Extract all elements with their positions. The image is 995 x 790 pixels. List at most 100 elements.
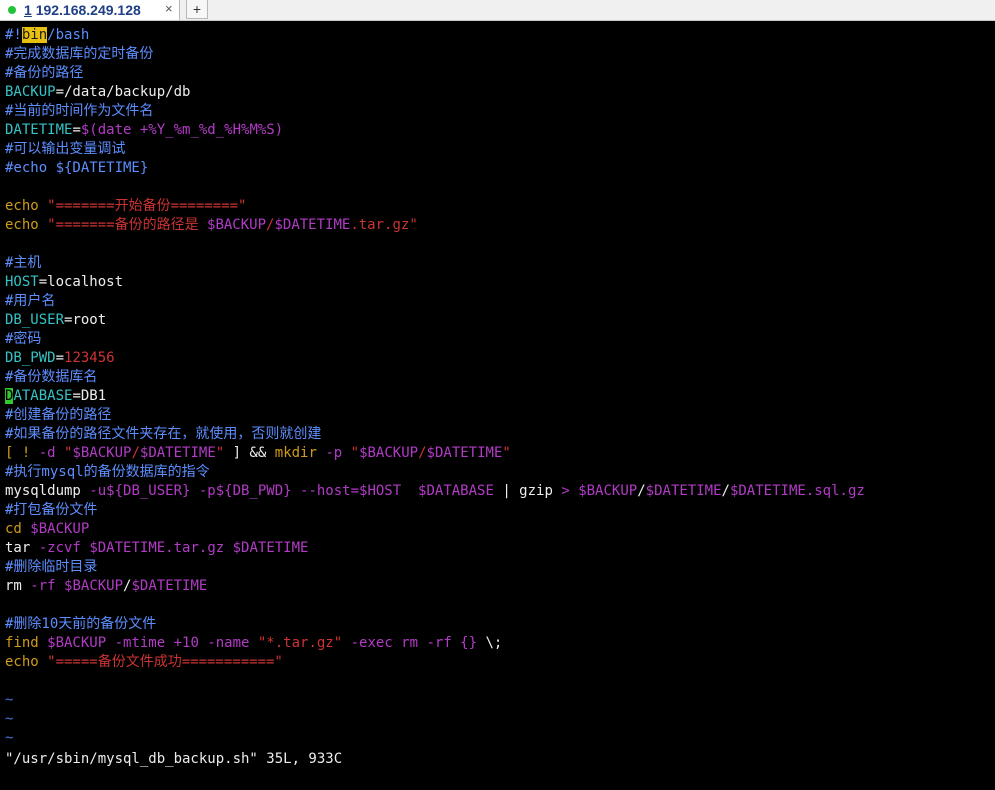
- tab-host: 192.168.249.128: [35, 2, 141, 18]
- command: mysqldump: [5, 483, 90, 499]
- string: ": [215, 445, 225, 461]
- path-separator: /: [721, 483, 730, 499]
- string-variable: $BACKUP: [359, 445, 419, 461]
- tab-bar: 1 192.168.249.128 × +: [0, 0, 995, 21]
- command-substitution: $(date +%Y_%m_%d_%H%M%S): [80, 122, 284, 138]
- assignment: =: [72, 122, 81, 138]
- option: -exec rm -rf {}: [342, 635, 486, 651]
- option: -p: [316, 445, 343, 461]
- shebang-rest: /bash: [47, 27, 90, 43]
- code-line-23: [ ! -d "$BACKUP/$DATETIME" ] && mkdir -p…: [5, 444, 995, 463]
- comment: #删除10天前的备份文件: [5, 616, 157, 632]
- code-line-7: #可以输出变量调试: [5, 140, 995, 159]
- variable-name: HOST: [5, 274, 39, 290]
- string-variable: $DATETIME: [139, 445, 216, 461]
- keyword: echo: [5, 217, 39, 233]
- empty-line-marker: ~: [5, 691, 995, 710]
- operator: ] &&: [224, 445, 275, 461]
- comment: #执行mysql的备份数据库的指令: [5, 464, 210, 480]
- vim-status-line: "/usr/sbin/mysql_db_backup.sh" 35L, 933C: [5, 751, 343, 767]
- empty-line-marker: ~: [5, 729, 995, 748]
- empty-line-marker: ~: [5, 710, 995, 729]
- keyword: echo: [5, 198, 39, 214]
- code-line-2: #完成数据库的定时备份: [5, 45, 995, 64]
- session-tab[interactable]: 1 192.168.249.128 ×: [0, 0, 180, 20]
- comment: #删除临时目录: [5, 559, 98, 575]
- code-line-33: find $BACKUP -mtime +10 -name "*.tar.gz"…: [5, 634, 995, 653]
- new-tab-button[interactable]: +: [186, 0, 208, 19]
- pipe: | gzip: [493, 483, 562, 499]
- filename-suffix: .tar.gz: [165, 540, 233, 556]
- code-line-13: #主机: [5, 254, 995, 273]
- option: -zcvf: [38, 540, 81, 556]
- variable: $DATETIME: [232, 540, 309, 556]
- string: "=====备份文件成功===========": [38, 654, 283, 670]
- comment: #完成数据库的定时备份: [5, 46, 154, 62]
- code-line-25: mysqldump -u${DB_USER} -p${DB_PWD} --hos…: [5, 482, 995, 501]
- search-match: bin: [21, 27, 48, 43]
- close-tab-icon[interactable]: ×: [165, 1, 173, 17]
- terminal-content[interactable]: #!bin/bash #完成数据库的定时备份 #备份的路径 BACKUP=/da…: [0, 26, 995, 790]
- string: ": [55, 445, 73, 461]
- string-variable: $BACKUP: [72, 445, 132, 461]
- string: "*.tar.gz": [257, 635, 343, 651]
- tab-title[interactable]: 1 192.168.249.128: [24, 2, 141, 18]
- variable: $BACKUP: [21, 521, 90, 537]
- connected-status-icon: [8, 6, 16, 14]
- code-line-22: #如果备份的路径文件夹存在，就使用，否则就创建: [5, 425, 995, 444]
- code-line-17: #密码: [5, 330, 995, 349]
- code-line-34: echo "=====备份文件成功===========": [5, 653, 995, 672]
- tab-number: 1: [24, 2, 32, 18]
- comment: #如果备份的路径文件夹存在，就使用，否则就创建: [5, 426, 322, 442]
- string: "=======开始备份========": [38, 198, 247, 214]
- comment: #备份数据库名: [5, 369, 98, 385]
- number-literal: 123456: [64, 350, 115, 366]
- string: "=======备份的路径是: [38, 217, 208, 233]
- string-variable: $BACKUP: [207, 217, 267, 233]
- string: ": [502, 445, 511, 461]
- variable: $BACKUP: [38, 635, 107, 651]
- variable-name: ATABASE: [13, 388, 73, 404]
- code-line-21: #创建备份的路径: [5, 406, 995, 425]
- comment: #主机: [5, 255, 42, 271]
- redirect: >: [561, 483, 570, 499]
- comment: #创建备份的路径: [5, 407, 112, 423]
- variable-name: DB_USER: [5, 312, 65, 328]
- code-line-32: #删除10天前的备份文件: [5, 615, 995, 634]
- code-line-15: #用户名: [5, 292, 995, 311]
- variable: $BACKUP: [578, 483, 638, 499]
- terminator: \;: [485, 635, 503, 651]
- command: tar: [5, 540, 39, 556]
- assignment: =: [55, 350, 65, 366]
- variable-name: BACKUP: [5, 84, 56, 100]
- tilde: ~: [5, 711, 14, 727]
- string: /: [131, 445, 140, 461]
- variable: $DATABASE: [418, 483, 494, 499]
- comment: #备份的路径: [5, 65, 84, 81]
- variable: $DATETIME: [89, 540, 166, 556]
- comment: #密码: [5, 331, 42, 347]
- code-line-18: DB_PWD=123456: [5, 349, 995, 368]
- variable: $DATETIME: [729, 483, 806, 499]
- string: ": [342, 445, 360, 461]
- code-line-4: BACKUP=/data/backup/db: [5, 83, 995, 102]
- string: /: [418, 445, 427, 461]
- code-line-28: tar -zcvf $DATETIME.tar.gz $DATETIME: [5, 539, 995, 558]
- command: rm: [5, 578, 31, 594]
- assignment: =/data/backup/db: [55, 84, 191, 100]
- keyword: cd: [5, 521, 22, 537]
- option: -u${DB_USER} -p${DB_PWD} --host=$HOST: [89, 483, 402, 499]
- code-line-8: #echo ${DATETIME}: [5, 159, 995, 178]
- keyword: mkdir: [274, 445, 317, 461]
- path-separator: /: [637, 483, 646, 499]
- tilde: ~: [5, 692, 14, 708]
- terminal-window: 1 192.168.249.128 × + #!bin/bash #完成数据库的…: [0, 0, 995, 790]
- tilde: ~: [5, 730, 14, 746]
- code-line-11: echo "=======备份的路径是 $BACKUP/$DATETIME.ta…: [5, 216, 995, 235]
